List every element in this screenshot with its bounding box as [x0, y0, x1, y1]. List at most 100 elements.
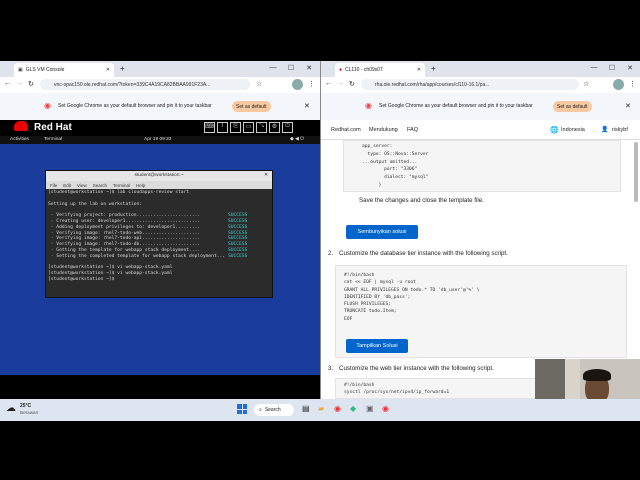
power-icon[interactable]: ⏻ [282, 122, 293, 133]
file-explorer-icon[interactable]: ▰ [318, 404, 324, 413]
yaml-line: port: "3306" [362, 167, 418, 173]
address-bar[interactable]: rha.ole.redhat.com/rha/app/courses/cl110… [361, 79, 579, 90]
yaml-code: app_server: type: OS::Nova::Server ...out… [362, 143, 428, 190]
tab-title: GLS VM Console [25, 67, 65, 73]
avatar[interactable] [613, 79, 624, 90]
nav-faq[interactable]: FAQ [407, 127, 418, 133]
course-nav: Redhat.com Mendukung FAQ 🌐 Indonesia 👤 r… [321, 120, 640, 140]
terminal-output[interactable]: [student@workstation ~]$ lab cloudapps-r… [48, 190, 270, 283]
left-toolbar: ← → ↻ vnc-opac150.ole.redhat.com/?token=… [0, 77, 320, 93]
search-icon: ⌕ [259, 407, 262, 413]
db-script-line: TRUNCATE todo.Item; [344, 309, 397, 315]
weather-desc[interactable]: Berawan [20, 410, 38, 415]
terminal-title: student@workstation:~ [134, 173, 184, 178]
text-icon[interactable]: T [217, 122, 228, 133]
set-default-button[interactable]: Set as default [232, 101, 271, 112]
page-scrollbar[interactable] [634, 142, 638, 202]
yaml-line: app_server: [362, 144, 393, 149]
banner-close-icon[interactable]: ✕ [625, 102, 631, 110]
db-script-line: EOF [344, 316, 353, 322]
menu-search[interactable]: Search [93, 183, 107, 188]
user-icon[interactable]: 👤 [601, 126, 608, 133]
username[interactable]: riskybf [612, 127, 628, 133]
menu-file[interactable]: File [50, 183, 57, 188]
close-window-icon[interactable]: ✕ [304, 64, 314, 72]
activities-button[interactable]: Activities [10, 137, 29, 142]
minimize-icon[interactable]: — [268, 64, 278, 71]
globe-icon[interactable]: 🌐 [550, 126, 559, 134]
step3-number: 3. [328, 365, 334, 372]
tab-favicon-icon: ● [339, 67, 343, 73]
status-success: SUCCESS [228, 253, 248, 259]
maximize-icon[interactable]: ☐ [286, 64, 296, 72]
step3-text: Customize the web tier instance with the… [339, 365, 494, 372]
weather-icon[interactable]: ☁ [6, 403, 16, 414]
menu-terminal[interactable]: Terminal [113, 183, 130, 188]
nav-mendukung[interactable]: Mendukung [369, 127, 398, 133]
new-tab-icon[interactable]: + [431, 64, 436, 73]
scale-icon[interactable]: ⤡ [256, 122, 267, 133]
left-tab[interactable]: ▣ GLS VM Console ✕ [14, 63, 114, 77]
terminal-close-icon[interactable]: ✕ [264, 171, 268, 181]
right-tab[interactable]: ● CL110 - ch09s07 ✕ [335, 63, 425, 77]
task-view-icon[interactable]: ▤ [302, 404, 310, 413]
redhat-logo-icon [14, 121, 28, 131]
screen-icon[interactable]: ▭ [243, 122, 254, 133]
back-icon[interactable]: ← [325, 80, 332, 87]
terminal-window[interactable]: student@workstation:~ ✕ File Edit View S… [45, 170, 273, 298]
menu-help[interactable]: Help [136, 183, 145, 188]
web-script-line: #!/bin/bash [344, 383, 375, 388]
right-banner: ◉ Set Google Chrome as your default brow… [321, 93, 640, 120]
app-taskbar-icon[interactable]: ◆ [350, 404, 356, 413]
banner-text: Set Google Chrome as your default browse… [58, 103, 212, 109]
menu-icon[interactable]: ⋮ [308, 80, 315, 88]
nav-redhat[interactable]: Redhat.com [331, 127, 361, 133]
back-icon[interactable]: ← [4, 80, 11, 87]
search-label: Search [264, 407, 281, 413]
new-tab-icon[interactable]: + [120, 64, 125, 73]
left-banner: ◉ Set Google Chrome as your default brow… [0, 93, 320, 120]
vnc-header: Red Hat ⌨ T ⎘ ▭ ⤡ ⚙ ⏻ [0, 120, 320, 136]
web-script: #!/bin/bash sysctl /proc/sys/net/ipv4/ip_… [344, 382, 449, 397]
forward-icon[interactable]: → [16, 80, 23, 87]
forward-icon[interactable]: → [337, 80, 344, 87]
gnome-clock[interactable]: Apr 19 09:33 [144, 137, 171, 142]
language-selector[interactable]: Indonesia [561, 127, 585, 133]
maximize-icon[interactable]: ☐ [607, 64, 617, 72]
avatar[interactable] [292, 79, 303, 90]
set-default-button[interactable]: Set as default [553, 101, 592, 112]
keyboard-icon[interactable]: ⌨ [204, 122, 215, 133]
weather-temp[interactable]: 25°C [20, 403, 31, 409]
reload-icon[interactable]: ↻ [28, 80, 34, 88]
bookmark-icon[interactable]: ☆ [256, 80, 262, 88]
menu-view[interactable]: View [77, 183, 87, 188]
app-menu[interactable]: Terminal [44, 137, 62, 142]
chrome2-taskbar-icon[interactable]: ◉ [382, 404, 389, 413]
terminal-menubar: File Edit View Search Terminal Help [46, 181, 272, 189]
db-script-line: FLUSH PRIVILEGES; [344, 302, 392, 308]
start-icon[interactable] [237, 404, 247, 414]
close-window-icon[interactable]: ✕ [625, 64, 635, 72]
settings-icon[interactable]: ⚙ [269, 122, 280, 133]
right-toolbar: ← → ↻ rha.ole.redhat.com/rha/app/courses… [321, 77, 640, 93]
minimize-icon[interactable]: — [589, 64, 599, 71]
clipboard-icon[interactable]: ⎘ [230, 122, 241, 133]
reload-icon[interactable]: ↻ [349, 80, 355, 88]
taskbar-search[interactable]: ⌕ Search [254, 404, 294, 416]
close-tab-icon[interactable]: ✕ [106, 67, 110, 73]
hide-solution-button[interactable]: Sembunyikan solusi [346, 225, 418, 239]
system-menu-icon[interactable]: ◆ ◀ ⏻ [290, 136, 304, 142]
show-solution-button[interactable]: Tampilkan Solusi [346, 339, 408, 353]
close-tab-icon[interactable]: ✕ [417, 67, 421, 73]
bookmark-icon[interactable]: ☆ [583, 80, 589, 88]
banner-close-icon[interactable]: ✕ [304, 102, 310, 110]
banner-text: Set Google Chrome as your default browse… [379, 103, 533, 109]
terminal-titlebar[interactable]: student@workstation:~ ✕ [46, 171, 272, 181]
db-script-line: IDENTIFIED BY 'db_pass'; [344, 294, 411, 300]
left-tab-bar: ▣ GLS VM Console ✕ + — ☐ ✕ [0, 61, 320, 77]
menu-icon[interactable]: ⋮ [629, 80, 636, 88]
menu-edit[interactable]: Edit [63, 183, 71, 188]
chrome-taskbar-icon[interactable]: ◉ [334, 404, 341, 413]
address-bar[interactable]: vnc-opac150.ole.redhat.com/?token=339C4A… [40, 79, 250, 90]
app2-taskbar-icon[interactable]: ▣ [366, 404, 374, 413]
